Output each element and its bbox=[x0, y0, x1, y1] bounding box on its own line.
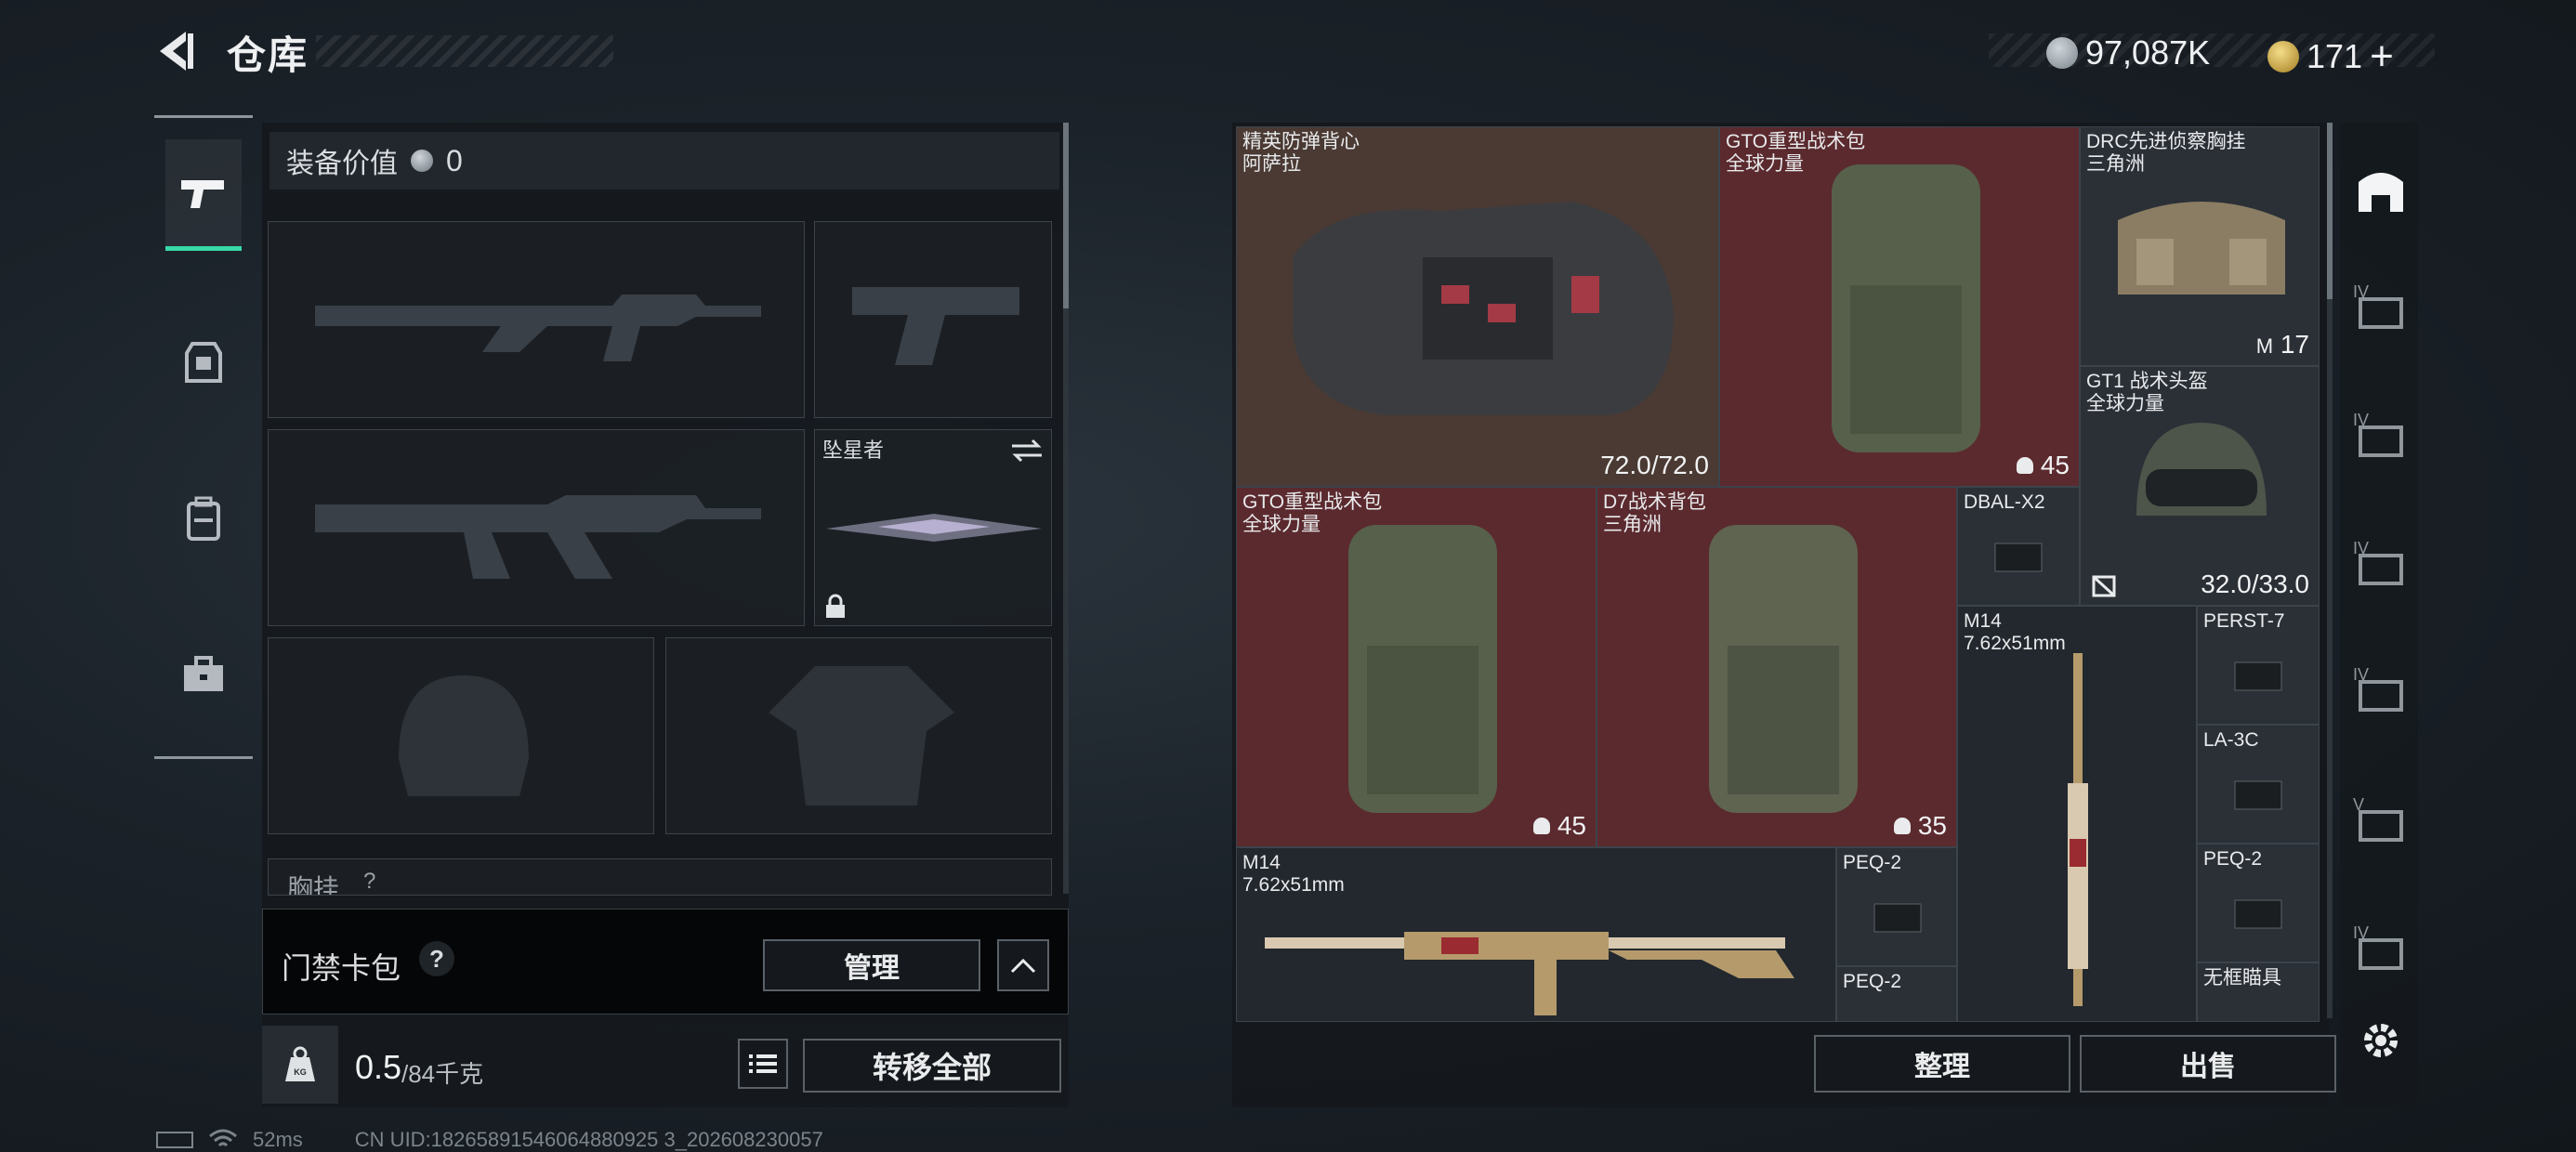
rail-divider-bottom bbox=[154, 756, 253, 759]
collapse-button[interactable] bbox=[997, 939, 1049, 991]
backpack-image-icon bbox=[1348, 525, 1497, 813]
stash-item-rifle[interactable]: M14 7.62x51mm bbox=[1236, 847, 1836, 1022]
svg-text:KG: KG bbox=[294, 1067, 307, 1077]
toolbox-icon bbox=[184, 656, 223, 691]
stash-item-helmet[interactable]: GT1 战术头盔 全球力量 32.0/33.0 bbox=[2080, 366, 2320, 606]
secondary-weapon-slot[interactable] bbox=[268, 429, 805, 626]
helmet-silhouette-icon bbox=[399, 675, 529, 796]
page-title: 仓库 bbox=[227, 33, 309, 77]
gear-icon bbox=[2364, 1024, 2398, 1057]
stash-item-backpack[interactable]: GTO重型战术包 全球力量 45 bbox=[1236, 487, 1597, 847]
laser-module-icon bbox=[2234, 899, 2282, 929]
stash-item-backpack[interactable]: D7战术背包 三角洲 35 bbox=[1597, 487, 1957, 847]
list-icon bbox=[749, 1054, 777, 1073]
tab-weapons[interactable] bbox=[165, 139, 242, 251]
rig-icon: M bbox=[2255, 334, 2274, 358]
stash-item-sight[interactable]: 无框瞄具 bbox=[2197, 962, 2320, 1022]
laser-module-icon bbox=[1873, 903, 1922, 933]
currency-primary: 97,087K bbox=[2046, 33, 2210, 72]
coin-icon bbox=[2046, 37, 2078, 69]
status-bar: 52ms CN UID:18265891546064880925 3_20260… bbox=[156, 1128, 823, 1152]
stash-item-attachment[interactable]: PEQ-2 bbox=[1836, 847, 1957, 966]
back-button[interactable] bbox=[154, 28, 201, 74]
stash-item-attachment[interactable]: DBAL-X2 bbox=[1957, 487, 2080, 606]
manage-button[interactable]: 管理 bbox=[763, 939, 980, 991]
pistol-icon bbox=[181, 179, 224, 208]
tab-armor[interactable] bbox=[165, 307, 242, 418]
stash-tab-3[interactable]: IV bbox=[2349, 539, 2412, 598]
tab-backpack[interactable] bbox=[165, 463, 242, 574]
backpack-image-icon bbox=[1709, 525, 1858, 813]
weight-bar: KG 0.5 /84千克 转移全部 bbox=[262, 1026, 1069, 1104]
stash-tab-1[interactable]: IV bbox=[2349, 282, 2412, 342]
currency-secondary: 171 + bbox=[2267, 33, 2394, 80]
vest-image-icon bbox=[1293, 202, 1674, 415]
settings-button[interactable] bbox=[2349, 1011, 2412, 1070]
knife-icon bbox=[826, 514, 1042, 542]
lock-icon bbox=[826, 594, 845, 618]
tab-toolbox[interactable] bbox=[165, 619, 242, 730]
stash-item-attachment[interactable]: LA-3C bbox=[2197, 725, 2320, 844]
help-icon[interactable]: ? bbox=[419, 941, 454, 976]
delta-coin-icon bbox=[2267, 41, 2299, 72]
armor-icon bbox=[185, 342, 222, 383]
stash-tab-5[interactable]: V bbox=[2349, 795, 2412, 855]
pistol-slot[interactable] bbox=[814, 221, 1052, 418]
rifle-image-icon bbox=[2068, 653, 2088, 1006]
melee-slot[interactable]: 坠星者 bbox=[814, 429, 1052, 626]
rifle-silhouette-icon bbox=[315, 295, 761, 361]
loadout-scrollbar-thumb[interactable] bbox=[1063, 123, 1069, 308]
title-decoration bbox=[316, 35, 613, 67]
helmet-slot[interactable] bbox=[268, 637, 654, 834]
weight-icon bbox=[1533, 818, 1551, 834]
stash-grid: 精英防弹背心 阿萨拉 72.0/72.0 GTO重型战术包 全球力量 45 DRC先… bbox=[1236, 126, 2320, 1022]
stash-item-attachment[interactable]: PEQ-2 bbox=[1836, 966, 1957, 1022]
melee-name: 坠星者 bbox=[822, 439, 885, 462]
armor-silhouette-icon bbox=[769, 666, 954, 805]
coin-icon bbox=[411, 150, 433, 172]
wifi-icon bbox=[209, 1129, 237, 1147]
warehouse-icon bbox=[2359, 173, 2403, 212]
stash-tab-2[interactable]: IV bbox=[2349, 411, 2412, 470]
durability-icon bbox=[2092, 575, 2116, 597]
stash-scrollbar-thumb[interactable] bbox=[2327, 123, 2333, 299]
stash-item-attachment[interactable]: PERST-7 bbox=[2197, 606, 2320, 725]
laser-module-icon bbox=[2234, 661, 2282, 691]
rifle-silhouette-icon bbox=[315, 495, 761, 579]
pistol-silhouette-icon bbox=[852, 287, 1019, 365]
keycard-bar: 门禁卡包 ? 管理 bbox=[262, 909, 1069, 1015]
chest-rig-image-icon bbox=[2118, 202, 2285, 295]
helmet-image-icon bbox=[2136, 423, 2267, 516]
stash-item-vest[interactable]: 精英防弹背心 阿萨拉 72.0/72.0 bbox=[1236, 126, 1719, 487]
weight-icon bbox=[1894, 818, 1912, 834]
laser-module-icon bbox=[2234, 780, 2282, 810]
rifle-image-icon bbox=[1265, 932, 1794, 1015]
laser-module-icon bbox=[1994, 543, 2043, 572]
stash-item-backpack[interactable]: GTO重型战术包 全球力量 45 bbox=[1719, 126, 2080, 487]
stash-tab-6[interactable]: IV bbox=[2349, 923, 2412, 983]
primary-weapon-slot[interactable] bbox=[268, 221, 805, 418]
rail-divider-top bbox=[154, 115, 253, 118]
battery-icon bbox=[156, 1132, 193, 1148]
body-armor-slot[interactable] bbox=[665, 637, 1052, 834]
add-currency-button[interactable]: + bbox=[2370, 33, 2394, 80]
backpack-image-icon bbox=[1832, 164, 1980, 452]
swap-icon[interactable] bbox=[1010, 438, 1044, 464]
transfer-all-button[interactable]: 转移全部 bbox=[803, 1039, 1061, 1093]
chevron-up-icon bbox=[1010, 958, 1036, 974]
weight-icon bbox=[2017, 457, 2034, 474]
backpack-icon bbox=[187, 496, 220, 541]
stash-item-attachment[interactable]: PEQ-2 bbox=[2197, 844, 2320, 962]
stash-item-chest-rig[interactable]: DRC先进侦察胸挂 三角洲 M 17 bbox=[2080, 126, 2320, 366]
sort-button[interactable]: 整理 bbox=[1814, 1035, 2070, 1093]
list-view-button[interactable] bbox=[738, 1039, 788, 1089]
stash-tab-4[interactable]: IV bbox=[2349, 665, 2412, 725]
back-arrow-icon bbox=[160, 32, 193, 71]
stash-tab-main[interactable] bbox=[2349, 160, 2412, 219]
equipment-value-bar: 装备价值 0 bbox=[269, 132, 1059, 190]
sell-button[interactable]: 出售 bbox=[2080, 1035, 2336, 1093]
stash-item-rifle[interactable]: M14 7.62x51mm bbox=[1957, 606, 2197, 1022]
chest-rig-slot[interactable]: 胸挂 ? bbox=[268, 858, 1052, 896]
weight-icon: KG bbox=[262, 1026, 338, 1104]
